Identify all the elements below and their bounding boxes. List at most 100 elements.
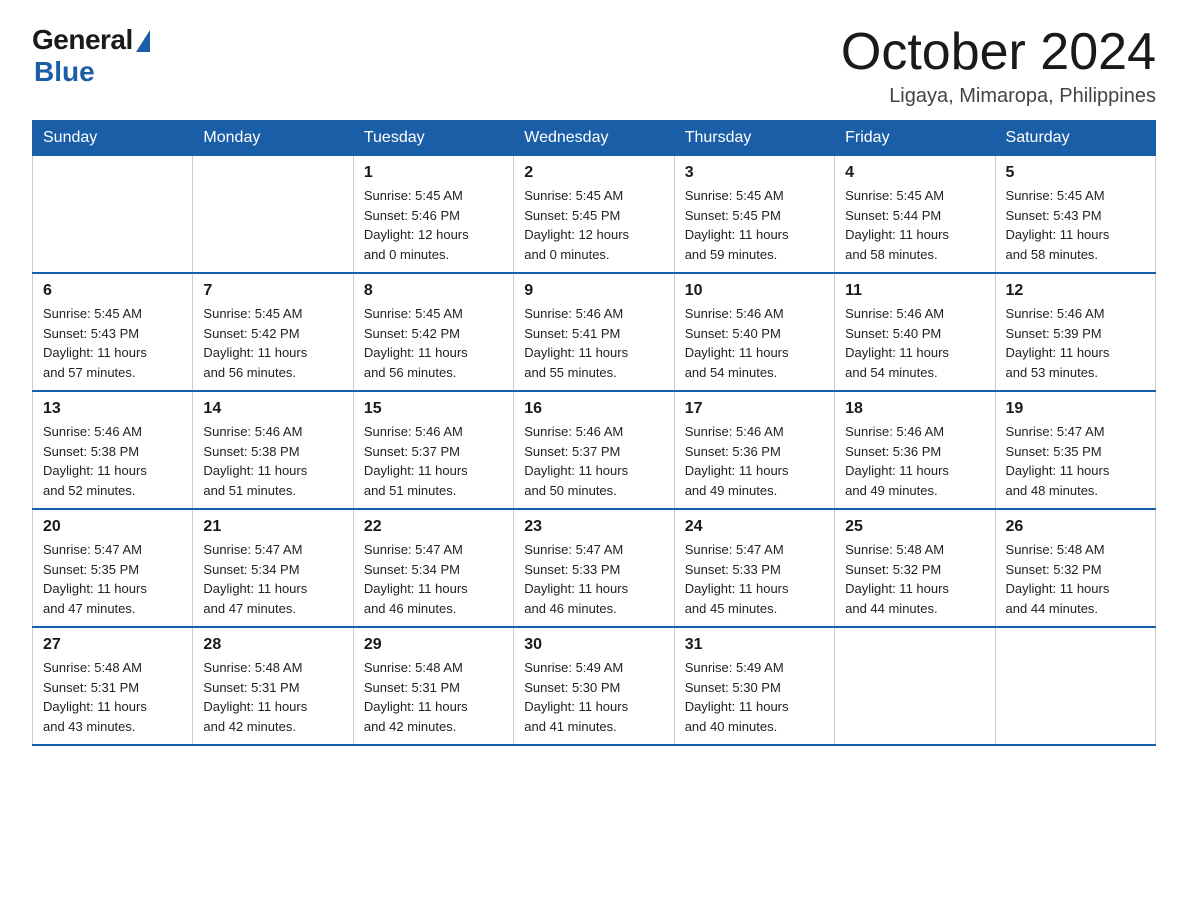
calendar-cell: 24 Sunrise: 5:47 AMSunset: 5:33 PMDayligh…	[674, 509, 834, 627]
day-number: 7	[203, 282, 342, 300]
calendar-header: SundayMondayTuesdayWednesdayThursdayFrid…	[33, 121, 1156, 156]
day-info: Sunrise: 5:46 AMSunset: 5:41 PMDaylight:…	[524, 304, 663, 382]
calendar-cell: 16 Sunrise: 5:46 AMSunset: 5:37 PMDayligh…	[514, 391, 674, 509]
calendar-cell: 21Sunrise: 5:47 AMSunset: 5:34 PMDayligh…	[193, 509, 353, 627]
calendar-cell: 4Sunrise: 5:45 AMSunset: 5:44 PMDaylight…	[835, 156, 995, 274]
location-text: Ligaya, Mimaropa, Philippines	[841, 85, 1156, 108]
day-info: Sunrise: 5:46 AMSunset: 5:40 PMDaylight:…	[845, 304, 984, 382]
day-info: Sunrise: 5:47 AMSunset: 5:34 PMDaylight:…	[203, 540, 342, 618]
calendar-cell: 17 Sunrise: 5:46 AMSunset: 5:36 PMDayligh…	[674, 391, 834, 509]
weekday-header-tuesday: Tuesday	[353, 121, 513, 156]
weekday-header-sunday: Sunday	[33, 121, 193, 156]
calendar-cell: 2 Sunrise: 5:45 AMSunset: 5:45 PMDaylight…	[514, 156, 674, 274]
day-info: Sunrise: 5:45 AMSunset: 5:46 PMDaylight:…	[364, 186, 503, 264]
calendar-cell: 27Sunrise: 5:48 AMSunset: 5:31 PMDayligh…	[33, 627, 193, 745]
calendar-cell: 12Sunrise: 5:46 AMSunset: 5:39 PMDayligh…	[995, 273, 1155, 391]
day-number: 10	[685, 282, 824, 300]
day-info: Sunrise: 5:48 AMSunset: 5:31 PMDaylight:…	[203, 658, 342, 736]
day-info: Sunrise: 5:46 AMSunset: 5:36 PMDaylight:…	[685, 422, 824, 500]
calendar-cell: 25 Sunrise: 5:48 AMSunset: 5:32 PMDayligh…	[835, 509, 995, 627]
day-number: 1	[364, 164, 503, 182]
calendar-cell: 18Sunrise: 5:46 AMSunset: 5:36 PMDayligh…	[835, 391, 995, 509]
calendar-cell: 22 Sunrise: 5:47 AMSunset: 5:34 PMDayligh…	[353, 509, 513, 627]
weekday-header-row: SundayMondayTuesdayWednesdayThursdayFrid…	[33, 121, 1156, 156]
calendar-cell: 29Sunrise: 5:48 AMSunset: 5:31 PMDayligh…	[353, 627, 513, 745]
day-number: 2	[524, 164, 663, 182]
calendar-cell: 19 Sunrise: 5:47 AMSunset: 5:35 PMDayligh…	[995, 391, 1155, 509]
day-info: Sunrise: 5:47 AMSunset: 5:35 PMDaylight:…	[1006, 422, 1145, 500]
day-number: 17	[685, 400, 824, 418]
calendar-cell: 23 Sunrise: 5:47 AMSunset: 5:33 PMDayligh…	[514, 509, 674, 627]
day-number: 3	[685, 164, 824, 182]
day-number: 24	[685, 518, 824, 536]
page-header: General Blue October 2024 Ligaya, Mimaro…	[32, 24, 1156, 108]
calendar-cell: 8Sunrise: 5:45 AMSunset: 5:42 PMDaylight…	[353, 273, 513, 391]
calendar-cell: 11 Sunrise: 5:46 AMSunset: 5:40 PMDayligh…	[835, 273, 995, 391]
calendar-cell	[835, 627, 995, 745]
calendar-cell: 6Sunrise: 5:45 AMSunset: 5:43 PMDaylight…	[33, 273, 193, 391]
calendar-cell: 3Sunrise: 5:45 AMSunset: 5:45 PMDaylight…	[674, 156, 834, 274]
day-info: Sunrise: 5:48 AMSunset: 5:32 PMDaylight:…	[845, 540, 984, 618]
calendar-cell	[193, 156, 353, 274]
logo-blue-text: Blue	[34, 56, 95, 88]
calendar-cell	[995, 627, 1155, 745]
calendar-cell: 5 Sunrise: 5:45 AMSunset: 5:43 PMDaylight…	[995, 156, 1155, 274]
day-info: Sunrise: 5:45 AMSunset: 5:43 PMDaylight:…	[43, 304, 182, 382]
day-info: Sunrise: 5:45 AMSunset: 5:44 PMDaylight:…	[845, 186, 984, 264]
day-number: 22	[364, 518, 503, 536]
calendar-cell: 31 Sunrise: 5:49 AMSunset: 5:30 PMDayligh…	[674, 627, 834, 745]
calendar-cell: 9 Sunrise: 5:46 AMSunset: 5:41 PMDaylight…	[514, 273, 674, 391]
day-number: 23	[524, 518, 663, 536]
day-number: 30	[524, 636, 663, 654]
weekday-header-saturday: Saturday	[995, 121, 1155, 156]
day-info: Sunrise: 5:48 AMSunset: 5:31 PMDaylight:…	[364, 658, 503, 736]
weekday-header-wednesday: Wednesday	[514, 121, 674, 156]
day-number: 31	[685, 636, 824, 654]
day-info: Sunrise: 5:46 AMSunset: 5:38 PMDaylight:…	[43, 422, 182, 500]
calendar-table: SundayMondayTuesdayWednesdayThursdayFrid…	[32, 120, 1156, 746]
day-info: Sunrise: 5:46 AMSunset: 5:40 PMDaylight:…	[685, 304, 824, 382]
day-info: Sunrise: 5:46 AMSunset: 5:37 PMDaylight:…	[524, 422, 663, 500]
calendar-cell: 30 Sunrise: 5:49 AMSunset: 5:30 PMDayligh…	[514, 627, 674, 745]
day-info: Sunrise: 5:47 AMSunset: 5:33 PMDaylight:…	[524, 540, 663, 618]
calendar-cell: 10 Sunrise: 5:46 AMSunset: 5:40 PMDayligh…	[674, 273, 834, 391]
day-info: Sunrise: 5:46 AMSunset: 5:38 PMDaylight:…	[203, 422, 342, 500]
day-info: Sunrise: 5:46 AMSunset: 5:37 PMDaylight:…	[364, 422, 503, 500]
calendar-week-2: 6Sunrise: 5:45 AMSunset: 5:43 PMDaylight…	[33, 273, 1156, 391]
day-number: 26	[1006, 518, 1145, 536]
day-info: Sunrise: 5:45 AMSunset: 5:42 PMDaylight:…	[364, 304, 503, 382]
day-number: 27	[43, 636, 182, 654]
day-info: Sunrise: 5:45 AMSunset: 5:43 PMDaylight:…	[1006, 186, 1145, 264]
month-title: October 2024	[841, 24, 1156, 81]
day-number: 9	[524, 282, 663, 300]
day-info: Sunrise: 5:47 AMSunset: 5:34 PMDaylight:…	[364, 540, 503, 618]
logo-general-text: General	[32, 24, 133, 56]
day-info: Sunrise: 5:45 AMSunset: 5:42 PMDaylight:…	[203, 304, 342, 382]
weekday-header-friday: Friday	[835, 121, 995, 156]
day-info: Sunrise: 5:49 AMSunset: 5:30 PMDaylight:…	[524, 658, 663, 736]
weekday-header-thursday: Thursday	[674, 121, 834, 156]
day-number: 15	[364, 400, 503, 418]
day-number: 16	[524, 400, 663, 418]
day-number: 14	[203, 400, 342, 418]
weekday-header-monday: Monday	[193, 121, 353, 156]
logo-top: General	[32, 24, 150, 56]
day-number: 20	[43, 518, 182, 536]
day-number: 25	[845, 518, 984, 536]
calendar-week-1: 1 Sunrise: 5:45 AMSunset: 5:46 PMDaylight…	[33, 156, 1156, 274]
calendar-cell: 15 Sunrise: 5:46 AMSunset: 5:37 PMDayligh…	[353, 391, 513, 509]
day-number: 11	[845, 282, 984, 300]
day-info: Sunrise: 5:47 AMSunset: 5:33 PMDaylight:…	[685, 540, 824, 618]
calendar-cell: 28 Sunrise: 5:48 AMSunset: 5:31 PMDayligh…	[193, 627, 353, 745]
calendar-cell: 26 Sunrise: 5:48 AMSunset: 5:32 PMDayligh…	[995, 509, 1155, 627]
day-number: 13	[43, 400, 182, 418]
day-number: 28	[203, 636, 342, 654]
day-number: 18	[845, 400, 984, 418]
day-info: Sunrise: 5:49 AMSunset: 5:30 PMDaylight:…	[685, 658, 824, 736]
day-number: 5	[1006, 164, 1145, 182]
day-number: 19	[1006, 400, 1145, 418]
calendar-cell: 1 Sunrise: 5:45 AMSunset: 5:46 PMDaylight…	[353, 156, 513, 274]
day-info: Sunrise: 5:48 AMSunset: 5:32 PMDaylight:…	[1006, 540, 1145, 618]
day-info: Sunrise: 5:45 AMSunset: 5:45 PMDaylight:…	[524, 186, 663, 264]
calendar-week-5: 27 Sunrise: 5:48 AMSunset: 5:31 PMDayligh…	[33, 627, 1156, 745]
